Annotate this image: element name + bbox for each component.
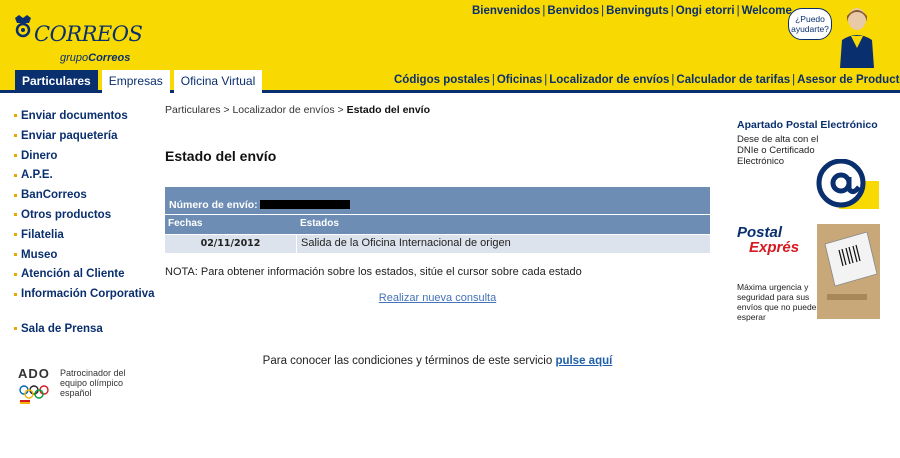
- at-sign-icon: [816, 159, 879, 209]
- tab-empresas[interactable]: Empresas: [101, 70, 170, 93]
- lang-link[interactable]: Ongi etorri: [676, 5, 735, 17]
- terms-line: Para conocer las condiciones y términos …: [165, 355, 710, 367]
- sidebar: Enviar documentos Enviar paquetería Dine…: [14, 108, 164, 341]
- lang-link[interactable]: Bienvenidos: [472, 5, 540, 17]
- correos-logo[interactable]: CORREOS grupoCorreos: [12, 8, 143, 68]
- sidebar-item-otros-productos[interactable]: Otros productos: [14, 207, 164, 227]
- breadcrumb-item[interactable]: Particulares: [165, 104, 220, 116]
- redacted-shipment-number: [259, 200, 350, 209]
- site-header: CORREOS grupoCorreos Bienvenidos | Benvido…: [0, 0, 900, 93]
- lang-link[interactable]: Benvinguts: [606, 5, 669, 17]
- tab-oficina-virtual[interactable]: Oficina Virtual: [173, 70, 263, 93]
- row-status[interactable]: Salida de la Oficina Internacional de or…: [297, 235, 710, 253]
- new-query-container: Realizar nueva consulta: [165, 292, 710, 304]
- nav-codigos-postales[interactable]: Códigos postales: [394, 74, 490, 86]
- ad1-title: Apartado Postal Electrónico: [737, 119, 878, 131]
- lang-link[interactable]: Benvidos: [547, 5, 599, 17]
- main-tabs: Particulares Empresas Oficina Virtual: [15, 70, 263, 93]
- sidebar-item-sala-prensa[interactable]: Sala de Prensa: [14, 321, 164, 341]
- help-bubble: ¿Puedo ayudarte?: [788, 8, 832, 40]
- ado-sponsor-logo[interactable]: ADO Patrocinador del equipo olímpico esp…: [18, 366, 128, 416]
- breadcrumb-separator: >: [223, 104, 230, 116]
- page-title: Estado del envío: [165, 148, 277, 164]
- ad-apartado-postal[interactable]: Apartado Postal Electrónico Dese de alta…: [737, 119, 880, 209]
- olympic-rings-icon: [19, 385, 49, 404]
- shipment-number-row: Número de envío:: [165, 187, 710, 214]
- main-content: Particulares > Localizador de envíos > E…: [165, 104, 710, 304]
- breadcrumb: Particulares > Localizador de envíos > E…: [165, 104, 710, 118]
- table-row: 02/11/2012 Salida de la Oficina Internac…: [165, 235, 710, 253]
- brand-name: CORREOS: [34, 22, 143, 46]
- nav-oficinas[interactable]: Oficinas: [497, 74, 542, 86]
- package-icon: [817, 224, 880, 319]
- sidebar-item-bancorreos[interactable]: BanCorreos: [14, 187, 164, 207]
- row-date: 02/11/2012: [165, 235, 296, 253]
- ado-description: Patrocinador del equipo olímpico español: [60, 368, 126, 398]
- nav-localizador[interactable]: Localizador de envíos: [549, 74, 669, 86]
- sidebar-item-ape[interactable]: A.P.E.: [14, 167, 164, 187]
- column-header-fechas: Fechas: [168, 218, 203, 229]
- ad-postal-expres[interactable]: Postal Exprés Máxima urgencia y segurida…: [737, 224, 880, 322]
- sidebar-item-dinero[interactable]: Dinero: [14, 148, 164, 168]
- sidebar-menu: Enviar documentos Enviar paquetería Dine…: [14, 108, 164, 341]
- help-assistant[interactable]: ¿Puedo ayudarte?: [782, 2, 900, 68]
- terms-link[interactable]: pulse aquí: [555, 355, 612, 367]
- new-query-link[interactable]: Realizar nueva consulta: [379, 292, 496, 304]
- sidebar-item-enviar-documentos[interactable]: Enviar documentos: [14, 108, 164, 128]
- tab-particulares[interactable]: Particulares: [15, 70, 98, 93]
- post-horn-icon: [15, 15, 31, 38]
- sidebar-item-enviar-paqueteria[interactable]: Enviar paquetería: [14, 128, 164, 148]
- language-selector: Bienvenidos | Benvidos | Benvinguts | Ongi eto…: [472, 5, 792, 17]
- breadcrumb-item[interactable]: Localizador de envíos: [232, 104, 334, 116]
- sidebar-item-atencion-cliente[interactable]: Atención al Cliente: [14, 266, 164, 286]
- nav-calculador[interactable]: Calculador de tarifas: [676, 74, 790, 86]
- sidebar-item-filatelia[interactable]: Filatelia: [14, 227, 164, 247]
- assistant-avatar-icon: [840, 8, 874, 68]
- nav-asesor[interactable]: Asesor de Productos: [797, 74, 900, 86]
- top-navigation: Códigos postales | Oficinas | Localizador de…: [394, 74, 900, 86]
- shipment-number-label: Número de envío:: [169, 198, 258, 211]
- terms-text: Para conocer las condiciones y términos …: [262, 355, 553, 367]
- table-header: Fechas Estados: [165, 215, 710, 234]
- status-note: NOTA: Para obtener información sobre los…: [165, 266, 582, 278]
- breadcrumb-separator: >: [337, 104, 344, 116]
- breadcrumb-current: Estado del envío: [346, 104, 431, 116]
- sidebar-item-museo[interactable]: Museo: [14, 247, 164, 267]
- column-header-estados: Estados: [300, 218, 339, 229]
- group-name: grupoCorreos: [60, 52, 131, 64]
- sidebar-item-informacion-corporativa[interactable]: Información Corporativa: [14, 286, 164, 306]
- ado-logo-text: ADO: [18, 366, 50, 381]
- tracking-table: Número de envío: Fechas Estados 02/11/20…: [165, 187, 710, 253]
